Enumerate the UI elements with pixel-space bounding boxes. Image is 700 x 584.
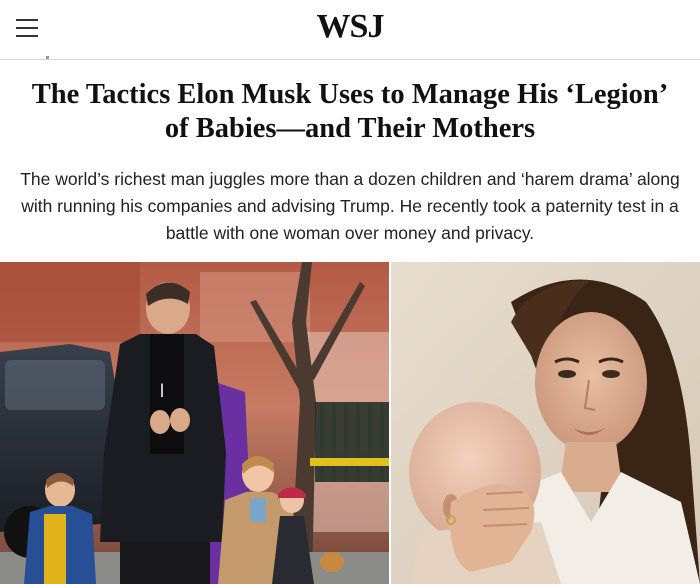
mother-baby-photo [391, 262, 700, 584]
article-headline: The Tactics Elon Musk Uses to Manage His… [31, 79, 669, 144]
wsj-logo[interactable]: WSJ [0, 8, 700, 46]
street-photo-image: Ɩ [0, 262, 389, 584]
mother-baby-photo-image [391, 262, 700, 584]
svg-text:Ɩ: Ɩ [160, 381, 164, 401]
street-photo: Ɩ [0, 262, 389, 584]
top-navigation-bar: WSJ [0, 0, 700, 60]
article-dek: The world’s richest man juggles more tha… [20, 169, 680, 243]
divider-mark [46, 56, 49, 59]
